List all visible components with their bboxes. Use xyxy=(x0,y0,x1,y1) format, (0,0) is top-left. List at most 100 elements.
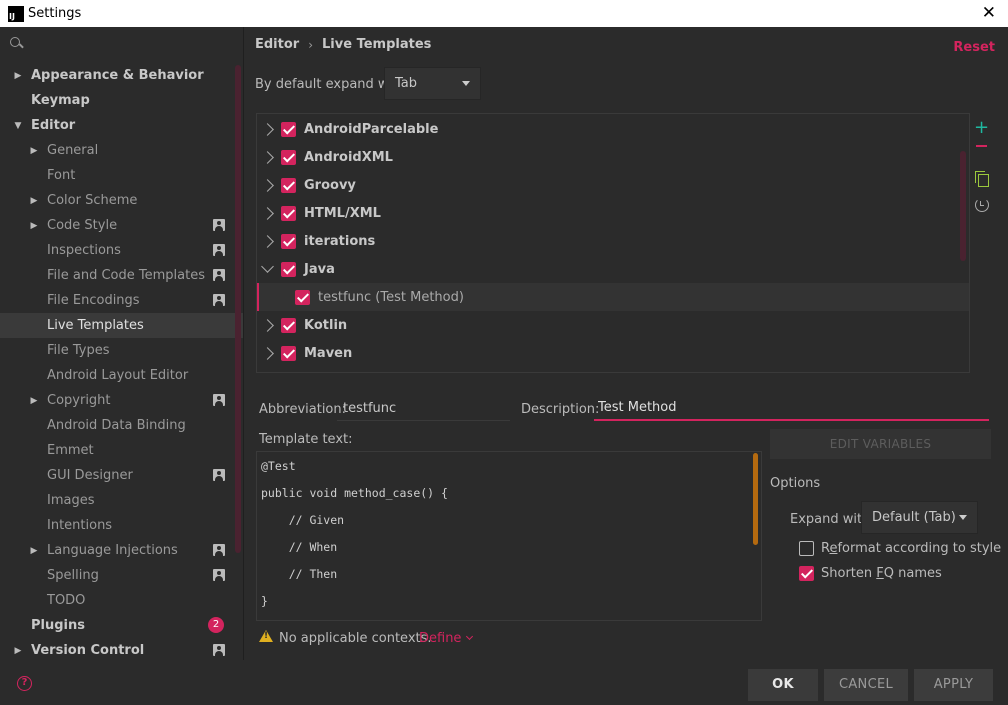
sidebar-item[interactable]: Android Layout Editor xyxy=(0,363,236,388)
template-text-editor[interactable]: @Test public void method_case() { // Give… xyxy=(256,451,762,621)
copy-icon[interactable] xyxy=(975,171,989,187)
sidebar-item[interactable]: Emmet xyxy=(0,438,236,463)
project-settings-icon xyxy=(213,394,225,406)
template-checkbox[interactable] xyxy=(281,149,296,165)
sidebar-item-label: Intentions xyxy=(47,518,113,533)
reset-link[interactable]: Reset xyxy=(953,40,995,55)
template-item[interactable]: testfunc (Test Method) xyxy=(257,283,969,311)
intellij-app-icon: IJ xyxy=(8,5,24,22)
sidebar-item[interactable]: ▶ General xyxy=(0,138,236,163)
shorten-fq-option[interactable]: Shorten FQ names xyxy=(799,566,942,581)
chevron-right-icon[interactable] xyxy=(261,318,274,332)
restore-icon[interactable] xyxy=(975,198,989,212)
template-list-scrollbar[interactable] xyxy=(960,151,966,261)
edit-variables-button[interactable]: EDIT VARIABLES xyxy=(770,429,991,459)
sidebar-item[interactable]: Intentions xyxy=(0,513,236,538)
code-line: // Then xyxy=(261,567,338,581)
chevron-down-icon xyxy=(959,515,967,520)
template-group[interactable]: AndroidParcelable xyxy=(257,115,969,143)
search-input[interactable] xyxy=(30,36,230,52)
sidebar-item[interactable]: Inspections xyxy=(0,238,236,263)
apply-button[interactable]: APPLY xyxy=(914,669,993,701)
sidebar-item-label: Keymap xyxy=(31,93,90,108)
shorten-fq-checkbox[interactable] xyxy=(799,566,814,581)
expand-arrow-icon[interactable]: ▶ xyxy=(28,196,40,206)
sidebar-item[interactable]: GUI Designer xyxy=(0,463,236,488)
description-input[interactable] xyxy=(594,396,989,421)
expand-arrow-icon[interactable]: ▶ xyxy=(28,146,40,156)
template-group[interactable]: AndroidXML xyxy=(257,143,969,171)
chevron-right-icon[interactable] xyxy=(261,122,274,136)
template-checkbox[interactable] xyxy=(281,177,296,193)
template-group[interactable]: Maven xyxy=(257,339,969,367)
chevron-right-icon[interactable] xyxy=(261,178,274,192)
chevron-down-icon xyxy=(466,632,474,641)
help-icon[interactable]: ? xyxy=(17,676,32,691)
template-group[interactable]: Java xyxy=(257,255,969,283)
sidebar-item[interactable]: ▶ Copyright xyxy=(0,388,236,413)
add-icon[interactable]: + xyxy=(974,117,989,138)
template-group[interactable]: HTML/XML xyxy=(257,199,969,227)
template-group[interactable]: Groovy xyxy=(257,171,969,199)
template-checkbox[interactable] xyxy=(281,317,296,333)
expand-default-select[interactable]: Tab xyxy=(384,67,481,100)
sidebar-item[interactable]: Images xyxy=(0,488,236,513)
expand-arrow-icon[interactable]: ▶ xyxy=(28,221,40,231)
template-name: AndroidParcelable xyxy=(304,121,439,137)
template-checkbox[interactable] xyxy=(281,205,296,221)
expand-arrow-icon[interactable]: ▶ xyxy=(28,546,40,556)
breadcrumb-editor[interactable]: Editor xyxy=(255,37,299,52)
chevron-right-icon[interactable] xyxy=(261,206,274,220)
reformat-option[interactable]: Reformat according to style xyxy=(799,541,1001,556)
chevron-right-icon[interactable] xyxy=(261,150,274,164)
sidebar-item-label: File and Code Templates xyxy=(47,268,205,283)
template-checkbox[interactable] xyxy=(281,121,296,137)
abbreviation-input[interactable] xyxy=(337,396,510,421)
expand-with-select[interactable]: Default (Tab) xyxy=(861,501,978,534)
sidebar-item[interactable]: Spelling xyxy=(0,563,236,588)
template-group[interactable]: Kotlin xyxy=(257,311,969,339)
chevron-right-icon[interactable] xyxy=(261,234,274,248)
define-contexts-link[interactable]: Define xyxy=(419,631,474,646)
sidebar-item[interactable]: File and Code Templates xyxy=(0,263,236,288)
sidebar-item[interactable]: ▶ Appearance & Behavior xyxy=(0,63,236,88)
sidebar-item[interactable]: Android Data Binding xyxy=(0,413,236,438)
sidebar-item[interactable]: Keymap xyxy=(0,88,236,113)
expand-arrow-icon[interactable]: ▶ xyxy=(12,646,24,656)
cancel-button[interactable]: CANCEL xyxy=(824,669,908,701)
sidebar-item-label: TODO xyxy=(47,593,86,608)
template-checkbox[interactable] xyxy=(281,233,296,249)
sidebar-item-label: File Types xyxy=(47,343,110,358)
sidebar-item[interactable]: TODO xyxy=(0,588,236,613)
sidebar-item[interactable]: ▶ Language Injections xyxy=(0,538,236,563)
ok-button[interactable]: OK xyxy=(748,669,818,701)
sidebar-item[interactable]: File Encodings xyxy=(0,288,236,313)
sidebar-scrollbar[interactable] xyxy=(235,65,241,553)
reformat-label: Reformat according to style xyxy=(821,541,1002,556)
expand-arrow-icon[interactable]: ▶ xyxy=(28,396,40,406)
reformat-checkbox[interactable] xyxy=(799,541,814,556)
template-group[interactable]: iterations xyxy=(257,227,969,255)
template-text-scrollbar[interactable] xyxy=(753,453,758,545)
sidebar-item[interactable]: Font xyxy=(0,163,236,188)
sidebar-item[interactable]: ▶ Version Control xyxy=(0,638,236,660)
contexts-warning: No applicable contexts. xyxy=(279,631,432,646)
sidebar-item[interactable]: File Types xyxy=(0,338,236,363)
sidebar-item[interactable]: ▶ Color Scheme xyxy=(0,188,236,213)
sidebar-item-label: Appearance & Behavior xyxy=(31,68,204,83)
project-settings-icon xyxy=(213,544,225,556)
sidebar-item[interactable]: ▶ Code Style xyxy=(0,213,236,238)
sidebar-item[interactable]: Live Templates xyxy=(0,313,243,338)
sidebar-item-label: Language Injections xyxy=(47,543,178,558)
expand-arrow-icon[interactable]: ▼ xyxy=(12,121,24,131)
template-checkbox[interactable] xyxy=(281,261,296,277)
sidebar-item[interactable]: ▼ Editor xyxy=(0,113,236,138)
template-checkbox[interactable] xyxy=(281,345,296,361)
close-icon[interactable]: ✕ xyxy=(982,3,996,23)
remove-icon[interactable] xyxy=(976,145,987,147)
chevron-down-icon[interactable] xyxy=(261,260,274,273)
template-checkbox[interactable] xyxy=(295,289,310,305)
chevron-right-icon[interactable] xyxy=(261,346,274,360)
sidebar-item[interactable]: Plugins 2 xyxy=(0,613,236,638)
expand-arrow-icon[interactable]: ▶ xyxy=(12,71,24,81)
